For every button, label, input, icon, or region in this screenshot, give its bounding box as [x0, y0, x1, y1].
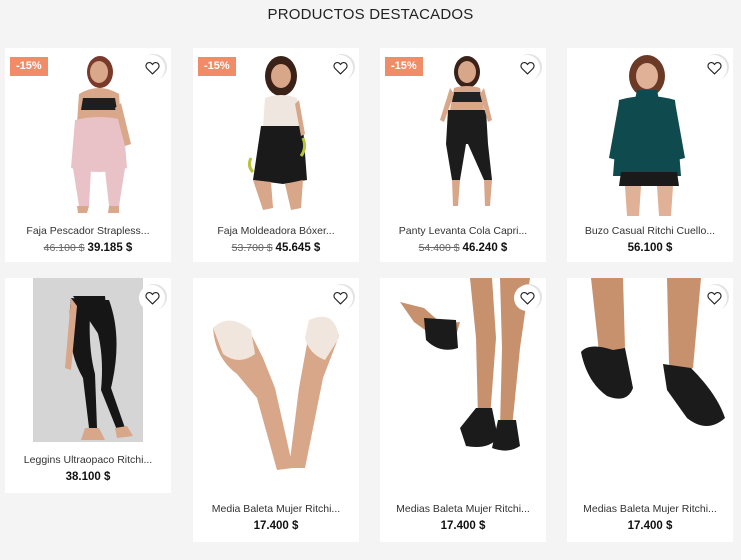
product-card[interactable]: Medias Baleta Mujer Ritchi... 17.400 $ [567, 278, 733, 542]
wishlist-button[interactable] [327, 55, 353, 81]
product-name[interactable]: Media Baleta Mujer Ritchi... [193, 503, 359, 515]
heart-icon [145, 61, 160, 75]
wishlist-button[interactable] [514, 285, 540, 311]
product-name[interactable]: Medias Baleta Mujer Ritchi... [567, 503, 733, 515]
discount-badge: -15% [385, 57, 423, 76]
wishlist-button[interactable] [139, 285, 165, 311]
product-card[interactable]: Leggins Ultraopaco Ritchi... 38.100 $ [5, 278, 171, 493]
product-price: 46.100 $39.185 $ [5, 242, 171, 254]
old-price: 53.700 $ [231, 242, 273, 254]
product-card[interactable]: Medias Baleta Mujer Ritchi... 17.400 $ [380, 278, 546, 542]
current-price: 45.645 $ [275, 242, 321, 254]
current-price: 17.400 $ [627, 520, 673, 532]
old-price: 54.400 $ [418, 242, 460, 254]
discount-badge: -15% [10, 57, 48, 76]
product-card[interactable]: -15% Panty Levanta Cola Capri... 54.400 … [380, 48, 546, 262]
product-price: 54.400 $46.240 $ [380, 242, 546, 254]
product-name[interactable]: Medias Baleta Mujer Ritchi... [380, 503, 546, 515]
product-card[interactable]: -15% Faja Moldeadora Bóxer... 53.700 $45… [193, 48, 359, 262]
product-card[interactable]: Media Baleta Mujer Ritchi... 17.400 $ [193, 278, 359, 542]
product-name[interactable]: Buzo Casual Ritchi Cuello... [567, 225, 733, 237]
current-price: 38.100 $ [65, 471, 111, 483]
heart-icon [707, 291, 722, 305]
heart-icon [333, 291, 348, 305]
current-price: 17.400 $ [440, 520, 486, 532]
current-price: 17.400 $ [253, 520, 299, 532]
product-price: 56.100 $ [567, 242, 733, 254]
product-card[interactable]: -15% Faja Pescador Strapless... 46.100 $… [5, 48, 171, 262]
current-price: 56.100 $ [627, 242, 673, 254]
heart-icon [520, 291, 535, 305]
product-price: 17.400 $ [380, 520, 546, 532]
heart-icon [520, 61, 535, 75]
product-price: 53.700 $45.645 $ [193, 242, 359, 254]
product-name[interactable]: Leggins Ultraopaco Ritchi... [5, 454, 171, 466]
section-title: PRODUCTOS DESTACADOS [267, 6, 474, 23]
heart-icon [333, 61, 348, 75]
current-price: 46.240 $ [462, 242, 508, 254]
wishlist-button[interactable] [327, 285, 353, 311]
heart-icon [145, 291, 160, 305]
product-name[interactable]: Faja Pescador Strapless... [5, 225, 171, 237]
heart-icon [707, 61, 722, 75]
product-price: 17.400 $ [193, 520, 359, 532]
product-card[interactable]: Buzo Casual Ritchi Cuello... 56.100 $ [567, 48, 733, 262]
product-name[interactable]: Faja Moldeadora Bóxer... [193, 225, 359, 237]
wishlist-button[interactable] [701, 285, 727, 311]
wishlist-button[interactable] [701, 55, 727, 81]
current-price: 39.185 $ [87, 242, 133, 254]
wishlist-button[interactable] [139, 55, 165, 81]
product-price: 17.400 $ [567, 520, 733, 532]
wishlist-button[interactable] [514, 55, 540, 81]
product-name[interactable]: Panty Levanta Cola Capri... [380, 225, 546, 237]
product-price: 38.100 $ [5, 471, 171, 483]
old-price: 46.100 $ [43, 242, 85, 254]
discount-badge: -15% [198, 57, 236, 76]
